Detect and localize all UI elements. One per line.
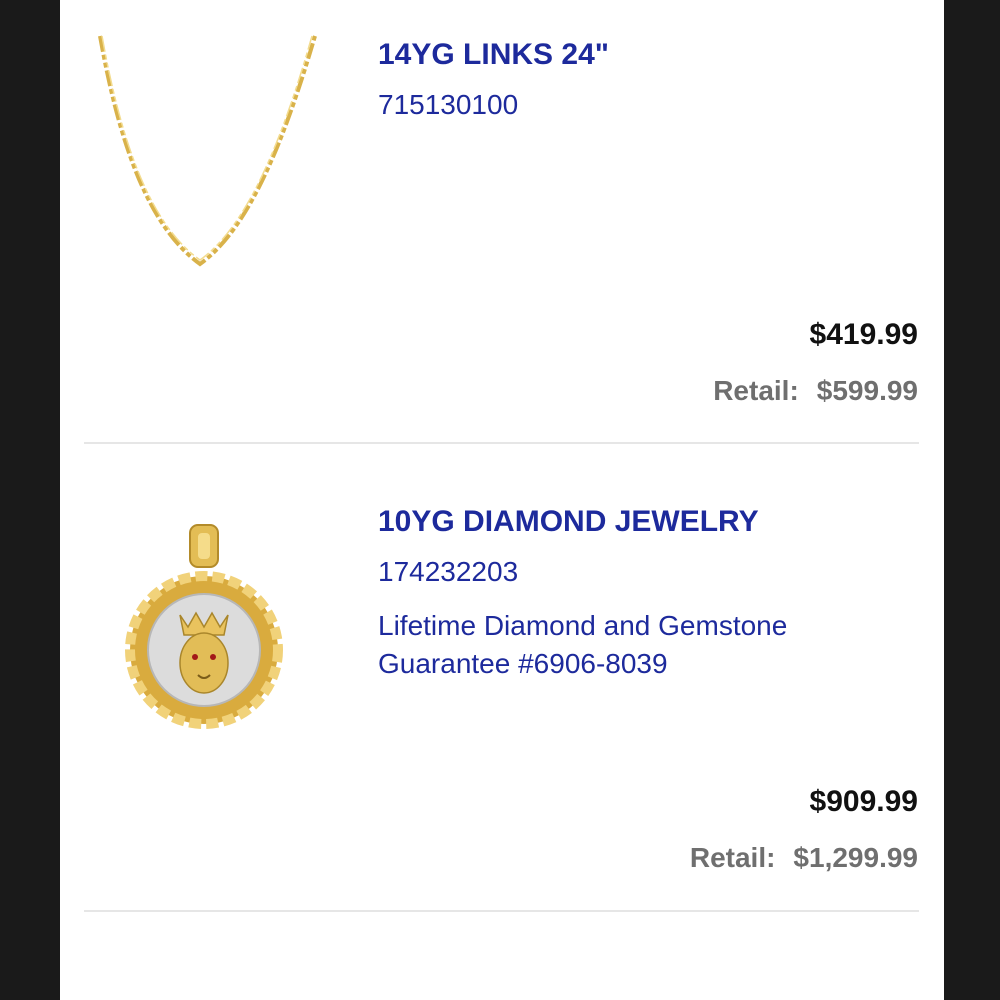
divider bbox=[84, 910, 919, 912]
lion-medallion-pendant-icon[interactable] bbox=[120, 515, 290, 735]
product-sku: 174232203 bbox=[378, 556, 519, 587]
retail-price: $599.99 bbox=[816, 375, 918, 406]
retail-label: Retail: bbox=[713, 375, 799, 406]
guarantee-text: Lifetime Diamond and Gemstone Guarantee … bbox=[378, 610, 788, 679]
retail-price-row: Retail: $1,299.99 bbox=[690, 842, 918, 874]
product-sku: 715130100 bbox=[378, 89, 519, 120]
gold-figaro-chain-icon[interactable] bbox=[90, 28, 360, 278]
right-frame-bar bbox=[944, 0, 1000, 1000]
list-item: 14YG LINKS 24" 715130100 $419.99 Retail:… bbox=[60, 0, 944, 445]
product-name[interactable]: 14YG LINKS 24" bbox=[378, 38, 609, 72]
list-item: 10YG DIAMOND JEWELRY 174232203 Lifetime … bbox=[60, 445, 944, 913]
retail-price: $1,299.99 bbox=[793, 842, 918, 873]
divider bbox=[84, 442, 919, 444]
product-list: 14YG LINKS 24" 715130100 $419.99 Retail:… bbox=[60, 0, 944, 1000]
sale-price: $909.99 bbox=[809, 785, 918, 818]
left-frame-bar bbox=[0, 0, 60, 1000]
retail-label: Retail: bbox=[689, 842, 776, 873]
sale-price: $419.99 bbox=[809, 318, 918, 351]
product-name[interactable]: 10YG DIAMOND JEWELRY bbox=[378, 505, 759, 539]
retail-price-row: Retail: $599.99 bbox=[713, 375, 918, 407]
